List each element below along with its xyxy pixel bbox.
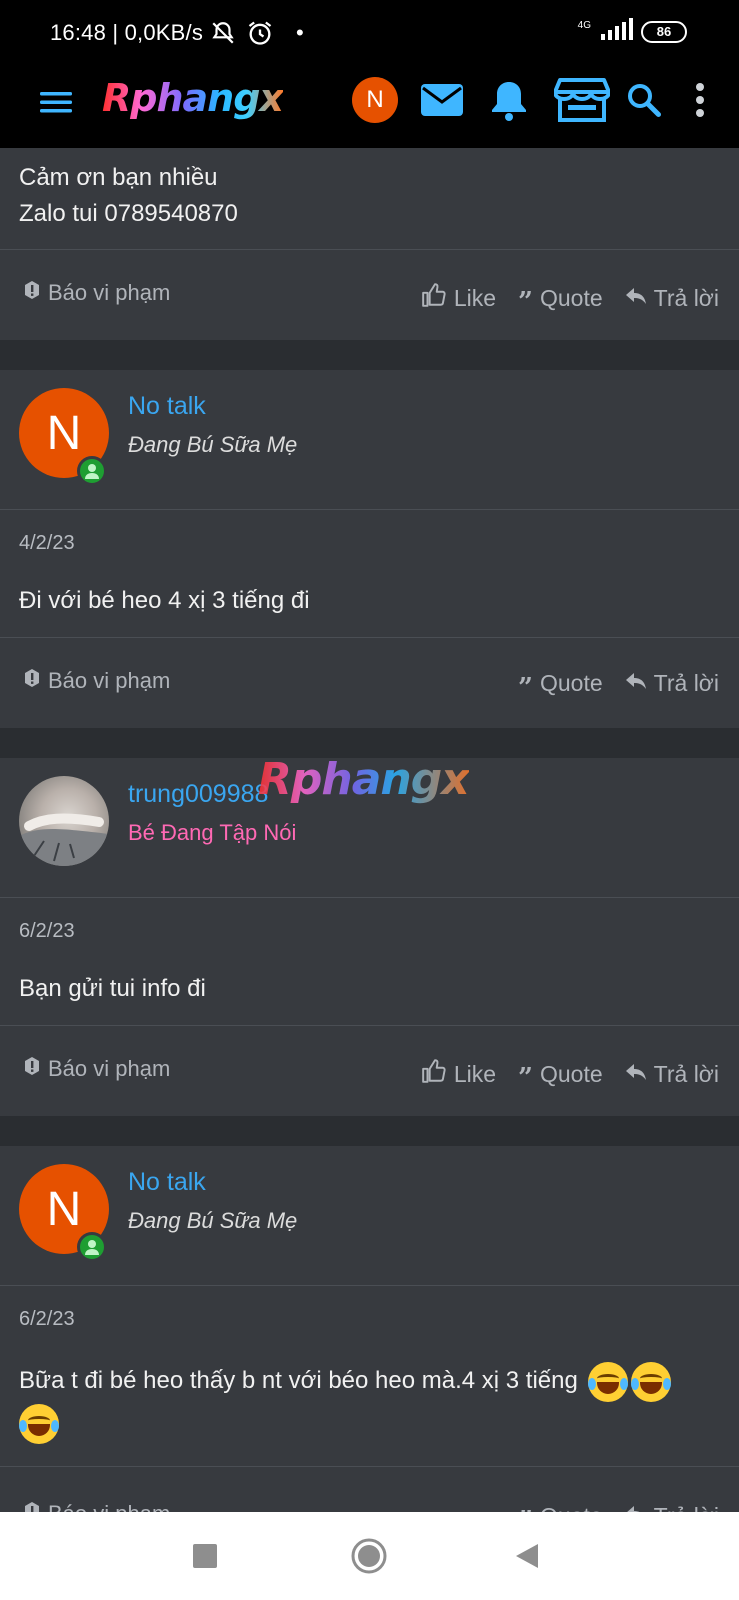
quote-button[interactable]: ” Quote — [518, 1060, 603, 1093]
alert-icon — [22, 1056, 42, 1082]
watermark-logo: Rphangx — [258, 754, 470, 805]
report-button[interactable]: Báo vi phạm — [22, 280, 170, 306]
status-bar: 16:48 | 0,0KB/s • 4G 86 — [0, 0, 739, 62]
post-partial: Cảm ơn bạn nhiều Zalo tui 0789540870 Báo… — [0, 148, 739, 340]
battery-indicator: 86 — [641, 20, 687, 43]
avatar-photo-icon — [19, 813, 109, 866]
thumbs-up-icon — [421, 282, 447, 314]
post-body: Bạn gửi tui info đi — [19, 975, 206, 1002]
more-vert-icon[interactable] — [690, 74, 710, 126]
reply-button[interactable]: Trả lời — [625, 670, 719, 697]
quote-icon: ” — [518, 287, 533, 317]
quote-label: Quote — [540, 1060, 603, 1087]
header-avatar[interactable]: N — [352, 77, 398, 123]
post-body: Cảm ơn bạn nhiều Zalo tui 0789540870 — [0, 148, 739, 249]
report-label: Báo vi phạm — [48, 1056, 171, 1081]
laughing-tears-emoji-icon — [587, 1361, 628, 1402]
alert-icon — [22, 280, 42, 306]
thumbs-up-icon — [421, 1058, 447, 1090]
like-label: Like — [453, 284, 497, 311]
laughing-tears-emoji-icon — [630, 1361, 671, 1402]
post-header: N No talk Đang Bú Sữa Mẹ — [0, 370, 739, 510]
post-actions: Like ” Quote Trả lời — [421, 282, 719, 317]
user-title: Bé Đang Tập Nói — [128, 820, 297, 845]
site-logo[interactable]: Rphangx — [102, 76, 284, 120]
post-footer: Báo vi phạm ” Quote Trả lời — [0, 637, 739, 725]
report-button[interactable]: Báo vi phạm — [22, 1056, 170, 1082]
quote-icon: ” — [518, 672, 533, 703]
like-button[interactable]: Like — [421, 1058, 496, 1090]
network-type: 4G — [577, 20, 591, 31]
bell-icon[interactable] — [490, 74, 528, 126]
post-date[interactable]: 6/2/23 — [0, 898, 739, 958]
alert-icon — [22, 668, 42, 694]
reply-label: Trả lời — [653, 1060, 719, 1087]
like-label: Like — [453, 1060, 497, 1087]
post: N No talk Đang Bú Sữa Mẹ 6/2/23 Bữa t đi… — [0, 1146, 739, 1534]
post-body-line: Zalo tui 0789540870 — [19, 200, 238, 227]
username-link[interactable]: No talk — [128, 1168, 206, 1197]
reply-button[interactable]: Trả lời — [625, 285, 719, 312]
quote-label: Quote — [540, 670, 603, 696]
mute-icon — [210, 20, 236, 51]
username-link[interactable]: trung009988 — [128, 780, 268, 809]
online-status-icon — [77, 1232, 107, 1262]
post-header: N No talk Đang Bú Sữa Mẹ — [0, 1146, 739, 1286]
post: N No talk Đang Bú Sữa Mẹ 4/2/23 Đi với b… — [0, 370, 739, 728]
reply-icon — [625, 285, 647, 312]
online-status-icon — [77, 456, 107, 486]
home-button[interactable] — [350, 1534, 388, 1578]
mail-icon[interactable] — [420, 74, 464, 126]
menu-icon[interactable] — [38, 84, 74, 120]
reply-button[interactable]: Trả lời — [625, 1061, 719, 1088]
app-header: Rphangx N — [0, 62, 739, 148]
report-label: Báo vi phạm — [48, 668, 171, 693]
post-body: Đi với bé heo 4 xị 3 tiếng đi — [19, 587, 310, 614]
post-body-text: Bữa t đi bé heo thấy b nt với béo heo mà… — [19, 1367, 578, 1394]
system-nav-bar — [0, 1512, 739, 1600]
quote-button[interactable]: ” Quote — [518, 670, 603, 703]
user-title: Đang Bú Sữa Mẹ — [128, 432, 298, 457]
battery-level: 86 — [656, 24, 672, 39]
quote-label: Quote — [540, 284, 603, 311]
laughing-tears-emoji-icon — [19, 1403, 59, 1444]
username-link[interactable]: No talk — [128, 392, 206, 421]
post-footer: Báo vi phạm Like ” Quote Trả lời — [0, 1025, 739, 1113]
recents-button[interactable] — [192, 1534, 218, 1578]
reply-icon — [625, 1061, 647, 1088]
report-button[interactable]: Báo vi phạm — [22, 668, 170, 694]
post-date[interactable]: 4/2/23 — [0, 510, 739, 570]
user-title: Đang Bú Sữa Mẹ — [128, 1208, 298, 1233]
notification-dot: • — [296, 20, 304, 45]
reply-label: Trả lời — [653, 284, 719, 311]
post-body: Bữa t đi bé heo thấy b nt với béo heo mà… — [0, 1346, 739, 1466]
signal-icon — [599, 18, 633, 45]
post-footer: Báo vi phạm Like ” Quote Trả lời — [0, 249, 739, 337]
status-right: 4G 86 — [578, 18, 687, 45]
quote-button[interactable]: ” Quote — [518, 284, 603, 317]
triangle-back-icon — [516, 1544, 538, 1568]
post: trung009988 Bé Đang Tập Nói 6/2/23 Bạn g… — [0, 758, 739, 1116]
square-icon — [193, 1544, 217, 1568]
post-actions: Like ” Quote Trả lời — [421, 1058, 719, 1093]
alarm-icon — [246, 19, 274, 52]
report-label: Báo vi phạm — [48, 280, 171, 305]
reply-icon — [625, 670, 647, 697]
search-icon[interactable] — [626, 74, 662, 126]
quote-icon: ” — [518, 1063, 533, 1093]
circle-icon — [351, 1538, 387, 1574]
status-time: 16:48 | 0,0KB/s — [50, 20, 204, 45]
back-button[interactable] — [514, 1534, 540, 1578]
like-button[interactable]: Like — [421, 282, 496, 314]
avatar[interactable] — [19, 776, 109, 866]
post-actions: ” Quote Trả lời — [518, 670, 719, 703]
post-body-line: Cảm ơn bạn nhiều — [19, 164, 218, 191]
post-date[interactable]: 6/2/23 — [0, 1286, 739, 1346]
reply-label: Trả lời — [653, 670, 719, 696]
store-icon[interactable] — [554, 74, 610, 126]
